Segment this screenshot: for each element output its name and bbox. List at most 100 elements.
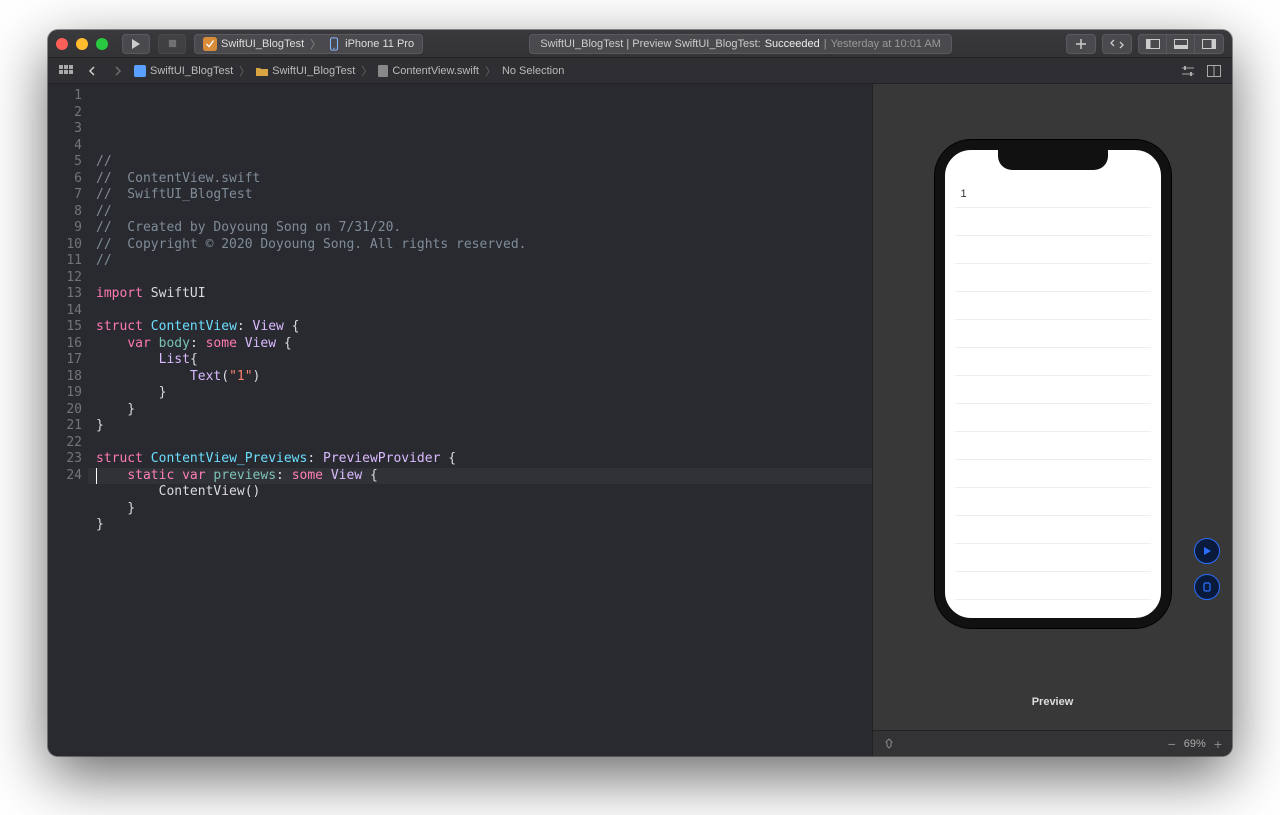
preview-label: Preview (1032, 696, 1074, 708)
device-circle-icon (1201, 581, 1213, 593)
code-line[interactable] (96, 435, 872, 452)
code-line[interactable]: struct ContentView_Previews: PreviewProv… (96, 451, 872, 468)
list-item-empty (955, 404, 1151, 432)
code-line[interactable] (96, 270, 872, 287)
chevron-left-icon (88, 66, 96, 76)
list-item-empty (955, 208, 1151, 236)
code-line[interactable]: // (96, 204, 872, 221)
simulated-device: 1 (935, 140, 1171, 628)
code-line[interactable]: } (96, 517, 872, 534)
nav-forward-button[interactable] (108, 62, 128, 80)
code-line[interactable]: struct ContentView: View { (96, 319, 872, 336)
current-line-highlight (88, 468, 872, 485)
code-line[interactable]: // Created by Doyoung Song on 7/31/20. (96, 220, 872, 237)
zoom-window-button[interactable] (96, 38, 108, 50)
code-line[interactable]: // ContentView.swift (96, 171, 872, 188)
panel-bottom-icon (1174, 39, 1188, 49)
code-line[interactable] (96, 303, 872, 320)
breadcrumb-segment[interactable]: No Selection (502, 65, 564, 77)
folder-icon (256, 66, 268, 76)
jumpbar-right (1178, 62, 1224, 80)
code-line[interactable]: List{ (96, 352, 872, 369)
plus-icon (1075, 38, 1087, 50)
scheme-selector[interactable]: SwiftUI_BlogTest 〉 iPhone 11 Pro (194, 34, 423, 54)
zoom-controls: − 69% + (1168, 736, 1222, 752)
device-notch (998, 148, 1108, 170)
add-editor-button[interactable] (1204, 62, 1224, 80)
code-review-button[interactable] (1102, 34, 1132, 54)
breadcrumb-separator: 〉 (239, 63, 250, 79)
toggle-inspector-button[interactable] (1195, 35, 1223, 53)
app-icon (203, 37, 217, 51)
list-item-empty (955, 264, 1151, 292)
status-prefix: SwiftUI_BlogTest | Preview SwiftUI_BlogT… (540, 38, 761, 50)
code-line[interactable]: } (96, 385, 872, 402)
nav-back-button[interactable] (82, 62, 102, 80)
code-line[interactable]: } (96, 501, 872, 518)
zoom-level: 69% (1184, 738, 1206, 750)
related-items-button[interactable] (56, 62, 76, 80)
preview-canvas[interactable]: 1 (873, 84, 1232, 684)
list-item-empty (955, 460, 1151, 488)
preview-controls (1194, 538, 1220, 600)
code-line[interactable]: // SwiftUI_BlogTest (96, 187, 872, 204)
breadcrumb-separator: 〉 (485, 63, 496, 79)
run-button[interactable] (122, 34, 150, 54)
breadcrumb-segment[interactable]: ContentView.swift (378, 65, 479, 77)
split-icon (1207, 65, 1221, 77)
iphone-icon (327, 37, 341, 51)
text-cursor (96, 468, 97, 485)
stop-button[interactable] (158, 34, 186, 54)
code-line[interactable]: } (96, 418, 872, 435)
code-line[interactable] (96, 534, 872, 551)
titlebar: SwiftUI_BlogTest 〉 iPhone 11 Pro SwiftUI… (48, 30, 1232, 58)
code-line[interactable]: var body: some View { (96, 336, 872, 353)
code-line[interactable]: } (96, 402, 872, 419)
arrows-icon (1110, 39, 1124, 49)
breadcrumb-segment[interactable]: SwiftUI_BlogTest (256, 65, 355, 77)
preview-panel: 1 Preview (872, 84, 1232, 756)
toggle-debug-area-button[interactable] (1167, 35, 1195, 53)
scheme-project: SwiftUI_BlogTest (221, 38, 304, 50)
toggle-navigator-button[interactable] (1139, 35, 1167, 53)
code-area[interactable]: //// ContentView.swift// SwiftUI_BlogTes… (88, 84, 872, 756)
line-gutter: 123456789101112131415161718192021222324 (48, 84, 88, 756)
adjustments-button[interactable] (1178, 62, 1198, 80)
activity-status[interactable]: SwiftUI_BlogTest | Preview SwiftUI_BlogT… (529, 34, 952, 54)
close-window-button[interactable] (56, 38, 68, 50)
play-circle-icon (1201, 545, 1213, 557)
zoom-in-button[interactable]: + (1214, 736, 1222, 752)
grid-icon (59, 65, 73, 77)
zoom-out-button[interactable]: − (1168, 736, 1176, 752)
pin-icon (883, 738, 895, 750)
code-line[interactable]: // Copyright © 2020 Doyoung Song. All ri… (96, 237, 872, 254)
code-line[interactable]: Text("1") (96, 369, 872, 386)
breadcrumb-separator: 〉 (361, 63, 372, 79)
list-item-empty (955, 544, 1151, 572)
minimize-window-button[interactable] (76, 38, 88, 50)
preview-content: 1 (955, 180, 1151, 600)
code-line[interactable]: // (96, 154, 872, 171)
breadcrumb-segment[interactable]: SwiftUI_BlogTest (134, 65, 233, 77)
chevron-right-icon (114, 66, 122, 76)
code-line[interactable]: ContentView() (96, 484, 872, 501)
live-preview-button[interactable] (1194, 538, 1220, 564)
list-item-empty (955, 516, 1151, 544)
stop-icon (168, 39, 177, 48)
chevron-right-icon: 〉 (310, 36, 321, 52)
jump-bar: SwiftUI_BlogTest 〉 SwiftUI_BlogTest 〉 Co… (48, 58, 1232, 84)
list-item-empty (955, 432, 1151, 460)
code-line[interactable]: import SwiftUI (96, 286, 872, 303)
code-line[interactable]: // (96, 253, 872, 270)
pin-preview-button[interactable] (883, 738, 895, 750)
play-icon (131, 39, 141, 49)
add-button[interactable] (1066, 34, 1096, 54)
code-editor[interactable]: 123456789101112131415161718192021222324 … (48, 84, 872, 756)
breadcrumb-item: SwiftUI_BlogTest (272, 65, 355, 77)
list-item-empty (955, 348, 1151, 376)
preview-on-device-button[interactable] (1194, 574, 1220, 600)
preview-footer: − 69% + (873, 730, 1232, 756)
scheme-device: iPhone 11 Pro (345, 38, 414, 50)
list-item-empty (955, 376, 1151, 404)
panel-left-icon (1146, 39, 1160, 49)
